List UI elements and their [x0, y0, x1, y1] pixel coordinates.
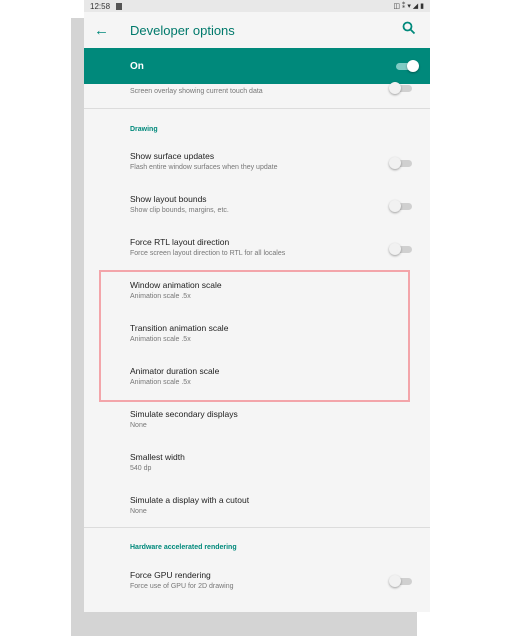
status-icons: ◫ ⁑ ▾ ◢ ▮ [393, 3, 424, 10]
item-summary: None [130, 508, 147, 515]
item-title: Simulate secondary displays [130, 409, 238, 419]
item-summary: 540 dp [130, 465, 152, 472]
item-title: Force RTL layout direction [130, 237, 230, 247]
item-summary: Force screen layout direction to RTL for… [130, 250, 286, 257]
back-arrow-icon[interactable]: ← [94, 23, 114, 38]
item-title: Show layout bounds [130, 194, 207, 204]
annotation-highlight-box [99, 270, 410, 402]
item-title: Simulate a display with a cutout [130, 495, 250, 505]
item-summary: Force use of GPU for 2D drawing [130, 583, 234, 590]
list-item-force-rtl[interactable]: Force RTL layout direction Force screen … [84, 232, 430, 272]
status-time: 12:58 [90, 1, 111, 11]
app-bar: ← Developer options [84, 12, 430, 48]
item-summary: None [130, 422, 147, 429]
list-item-simulate-secondary-displays[interactable]: Simulate secondary displays None [84, 404, 430, 444]
item-toggle[interactable] [389, 157, 412, 169]
list-item-show-surface-updates[interactable]: Show surface updates Flash entire window… [84, 146, 430, 186]
item-toggle[interactable] [389, 200, 412, 212]
list-item-force-gpu-rendering[interactable]: Force GPU rendering Force use of GPU for… [84, 565, 430, 605]
list-item-smallest-width[interactable]: Smallest width 540 dp [84, 447, 430, 487]
item-title: Show surface updates [130, 151, 215, 161]
item-summary: Screen overlay showing current touch dat… [130, 88, 263, 95]
sim-card-icon [116, 2, 123, 10]
status-bar: 12:58 ◫ ⁑ ▾ ◢ ▮ [84, 0, 430, 12]
page-title: Developer options [130, 22, 235, 38]
list-item-partial[interactable]: Screen overlay showing current touch dat… [84, 82, 430, 108]
item-toggle[interactable] [389, 575, 412, 587]
item-title: Force GPU rendering [130, 570, 211, 580]
category-drawing: Drawing [130, 126, 158, 133]
list-item-simulate-cutout[interactable]: Simulate a display with a cutout None [84, 490, 430, 530]
master-switch-bar[interactable]: On [84, 48, 430, 84]
list-item-show-layout-bounds[interactable]: Show layout bounds Show clip bounds, mar… [84, 189, 430, 229]
master-switch-toggle[interactable] [396, 60, 419, 72]
item-toggle[interactable] [389, 82, 412, 94]
search-icon[interactable] [402, 21, 422, 40]
divider [84, 527, 430, 528]
item-summary: Flash entire window surfaces when they u… [130, 164, 278, 171]
item-toggle[interactable] [389, 243, 412, 255]
item-summary: Show clip bounds, margins, etc. [130, 207, 229, 214]
item-title: Smallest width [130, 452, 185, 462]
category-hardware-rendering: Hardware accelerated rendering [130, 544, 237, 551]
master-switch-label: On [130, 60, 144, 72]
divider [84, 108, 430, 109]
